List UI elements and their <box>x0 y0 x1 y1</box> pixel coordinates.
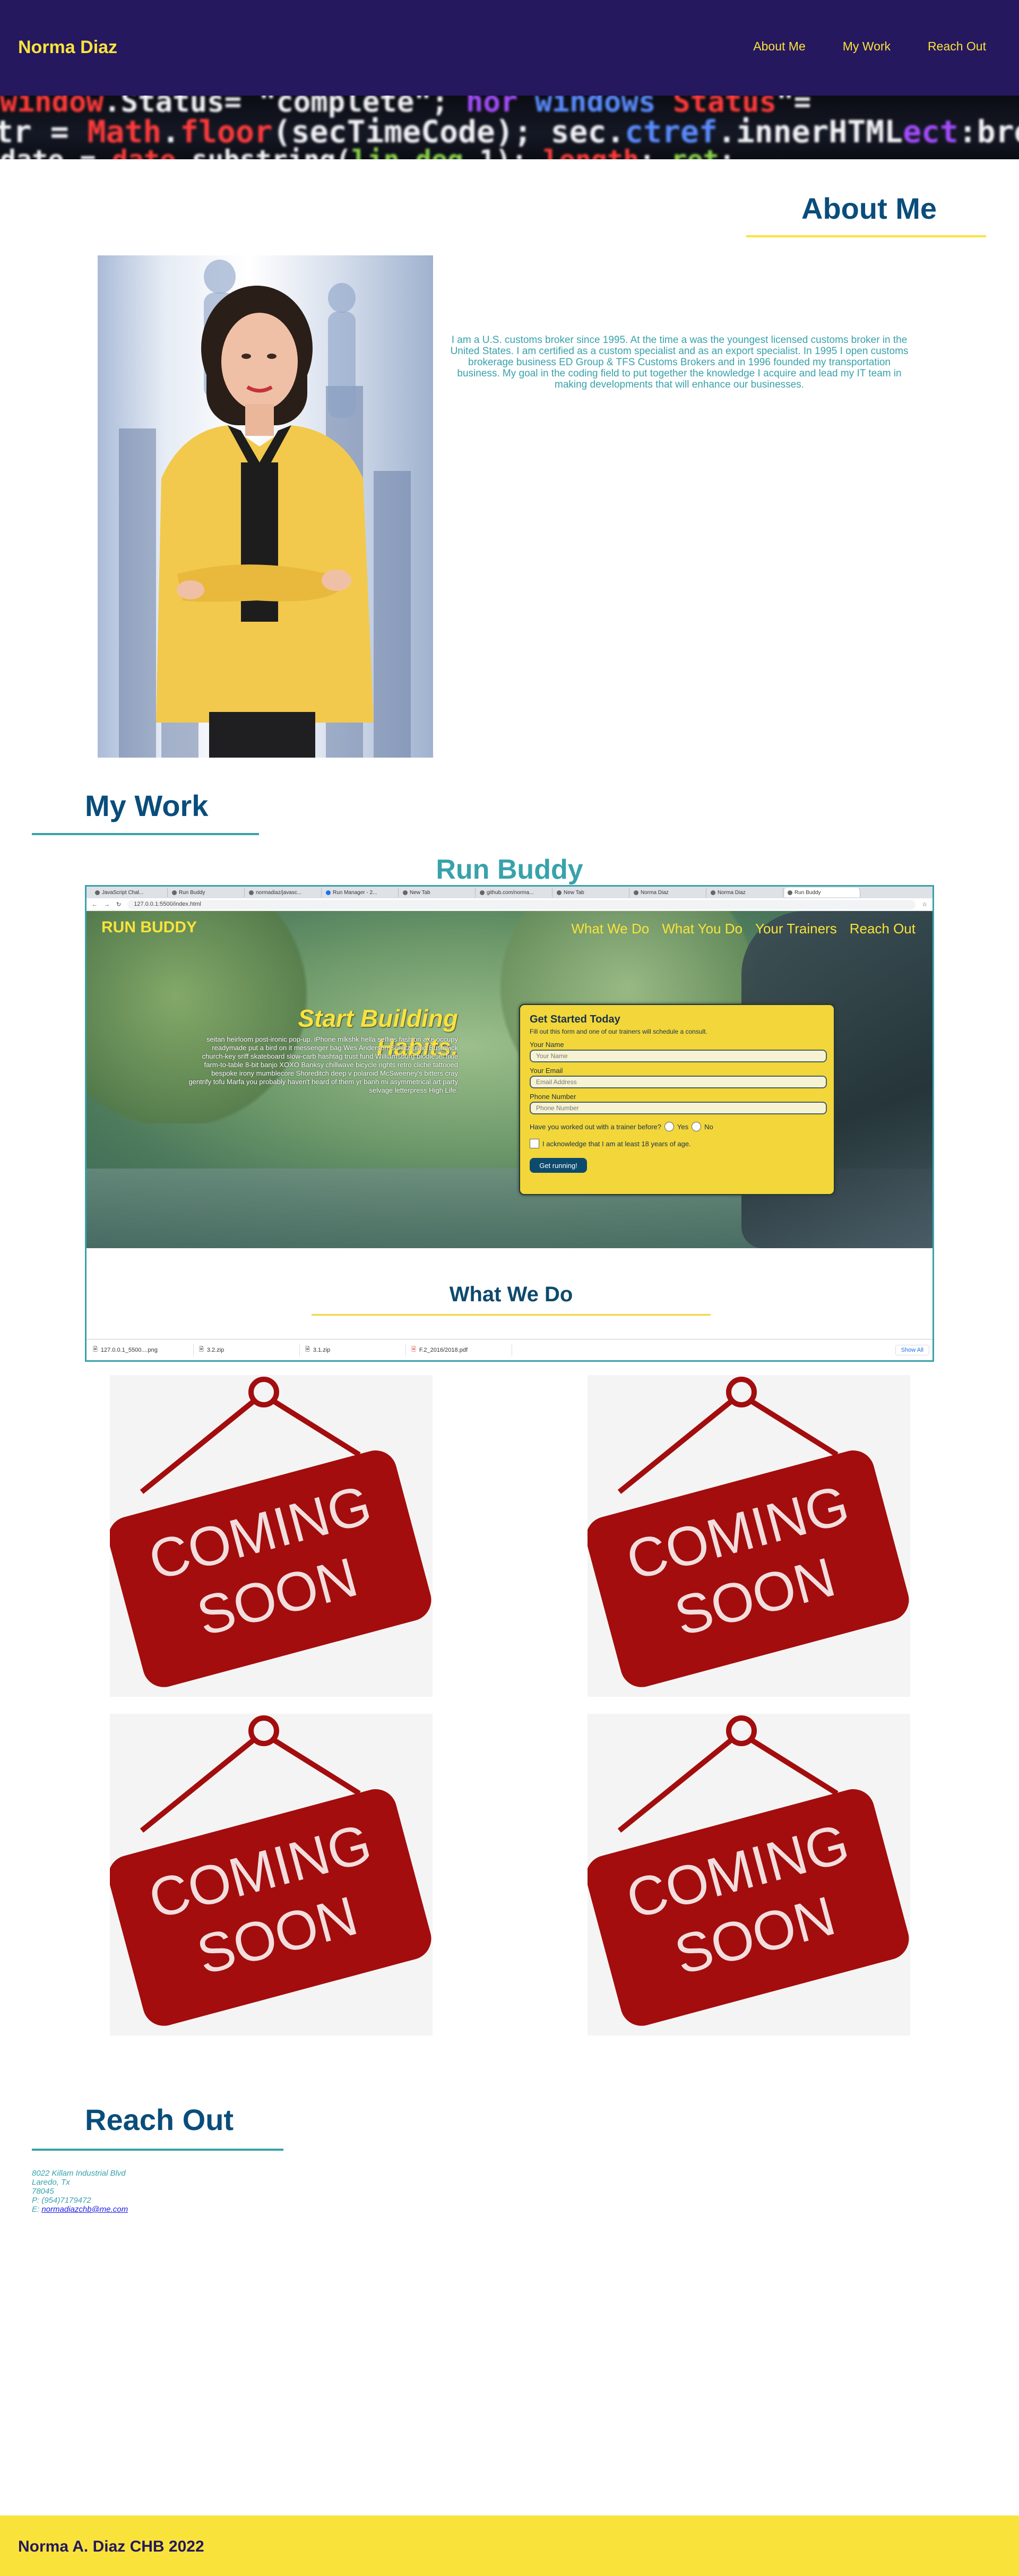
no-radio <box>692 1122 702 1131</box>
about-divider <box>746 235 986 237</box>
coming-soon-card[interactable]: COMING SOON <box>110 1714 433 2036</box>
coming-soon-sign-icon: COMING SOON <box>588 1377 909 1687</box>
email-field: Email Address <box>530 1076 827 1088</box>
form-subtitle: Fill out this form and one of our traine… <box>530 1028 707 1035</box>
browser-tab-active: Run Buddy <box>784 888 860 897</box>
runbuddy-hero: RUN BUDDY What We Do What You Do Your Tr… <box>87 911 932 1248</box>
address-line-2: Laredo, Tx <box>32 2178 70 2187</box>
zip-icon: 🗎 <box>305 1346 310 1353</box>
back-arrow-icon: ← <box>92 901 98 908</box>
site-header: Norma Diaz About Me My Work Reach Out <box>0 0 1019 96</box>
project-title[interactable]: Run Buddy <box>0 854 1019 886</box>
trainer-question: Have you worked out with a trainer befor… <box>530 1122 713 1131</box>
coming-soon-sign-icon: COMING SOON <box>110 1377 431 1687</box>
nav-my-work[interactable]: My Work <box>843 39 891 54</box>
browser-address-bar: ← → ↻ 127.0.0.1:5500/index.html ☆ <box>87 898 932 911</box>
runbuddy-nav: What We Do What You Do Your Trainers Rea… <box>571 921 916 937</box>
runbuddy-nav-item: Your Trainers <box>755 921 837 937</box>
yes-radio <box>664 1122 674 1131</box>
email-link[interactable]: normadiazchb@me.com <box>41 2205 128 2214</box>
work-divider <box>32 833 259 835</box>
browser-tab: New Tab <box>400 888 476 897</box>
phone-number: P: (954)7179472 <box>32 2196 91 2205</box>
zip-icon: 🗎 <box>199 1346 204 1353</box>
reload-icon: ↻ <box>116 901 122 908</box>
coming-soon-sign-icon: COMING SOON <box>110 1715 431 2026</box>
about-text: I am a U.S. customs broker since 1995. A… <box>450 334 909 390</box>
reach-heading: Reach Out <box>85 2103 234 2136</box>
download-item: 🗎 3.2.zip <box>199 1343 300 1356</box>
browser-tab-strip: JavaScript Chal... Run Buddy normadiaz/j… <box>87 887 932 898</box>
reach-divider <box>32 2149 283 2151</box>
coming-soon-card[interactable]: COMING SOON <box>588 1714 910 2036</box>
site-footer: Norma A. Diaz CHB 2022 <box>0 2515 1019 2576</box>
project-screenshot[interactable]: JavaScript Chal... Run Buddy normadiaz/j… <box>85 885 934 1362</box>
browser-tab: Norma Diaz <box>707 888 783 897</box>
email-line: E: normadiazchb@me.com <box>32 2205 128 2214</box>
runbuddy-brand: RUN BUDDY <box>101 918 197 936</box>
nav-about-me[interactable]: About Me <box>753 39 805 54</box>
browser-tab: normadiaz/javasc... <box>246 888 322 897</box>
browser-tab: New Tab <box>554 888 629 897</box>
browser-tab: JavaScript Chal... <box>92 888 168 897</box>
coming-soon-card[interactable]: COMING SOON <box>588 1375 910 1697</box>
work-heading: My Work <box>85 789 209 822</box>
email-label: Your Email <box>530 1067 563 1075</box>
browser-download-bar: 🗎 127.0.0.1_5500....png 🗎 3.2.zip 🗎 3.1.zip… <box>87 1339 932 1360</box>
profile-photo <box>98 255 433 758</box>
address-line-1: 8022 Killam Industrial Blvd <box>32 2169 126 2178</box>
name-label: Your Name <box>530 1041 564 1049</box>
name-field: Your Name <box>530 1050 827 1062</box>
download-item: 🗎 127.0.0.1_5500....png <box>93 1343 194 1356</box>
runbuddy-nav-item: What We Do <box>571 921 650 937</box>
star-icon: ☆ <box>922 901 927 908</box>
runbuddy-nav-item: Reach Out <box>849 921 916 937</box>
age-checkbox <box>530 1139 539 1148</box>
coming-soon-sign-icon: COMING SOON <box>588 1715 909 2026</box>
coming-soon-card[interactable]: COMING SOON <box>110 1375 433 1697</box>
browser-tab: Run Manager - 2... <box>323 888 399 897</box>
main-nav: About Me My Work Reach Out <box>753 39 986 54</box>
phone-field: Phone Number <box>530 1102 827 1114</box>
about-heading: About Me <box>801 192 937 225</box>
footer-text: Norma A. Diaz CHB 2022 <box>18 2538 204 2555</box>
runbuddy-nav-item: What You Do <box>662 921 743 937</box>
get-running-button: Get running! <box>530 1158 587 1173</box>
runbuddy-section-heading: What We Do <box>449 1283 573 1306</box>
download-item: 🗎 F.2_2016/2018.pdf <box>411 1343 512 1356</box>
runbuddy-section-divider <box>312 1314 711 1316</box>
phone-label: Phone Number <box>530 1093 576 1101</box>
show-all-button: Show All <box>895 1344 929 1355</box>
browser-tab: github.com/norma... <box>477 888 552 897</box>
pdf-icon: 🗎 <box>411 1346 416 1353</box>
zip-code: 78045 <box>32 2187 54 2196</box>
download-item: 🗎 3.1.zip <box>305 1343 406 1356</box>
site-brand[interactable]: Norma Diaz <box>18 37 117 58</box>
url-field: 127.0.0.1:5500/index.html <box>127 899 916 909</box>
runbuddy-hero-text: seitan heirloom post-ironic pop-up. iPho… <box>188 1035 458 1094</box>
contact-info: 8022 Killam Industrial Blvd Laredo, Tx 7… <box>32 2169 128 2214</box>
forward-arrow-icon: → <box>104 901 110 908</box>
browser-tab: Norma Diaz <box>631 888 706 897</box>
form-title: Get Started Today <box>530 1014 620 1025</box>
code-banner-image: window.Status= "complete"; hor windows S… <box>0 96 1019 159</box>
woman-portrait-icon <box>156 260 374 758</box>
nav-reach-out[interactable]: Reach Out <box>928 39 986 54</box>
runbuddy-signup-form: Get Started Today Fill out this form and… <box>519 1004 835 1195</box>
file-icon: 🗎 <box>93 1346 98 1353</box>
age-acknowledgement: I acknowledge that I am at least 18 year… <box>530 1139 824 1148</box>
browser-tab: Run Buddy <box>169 888 245 897</box>
